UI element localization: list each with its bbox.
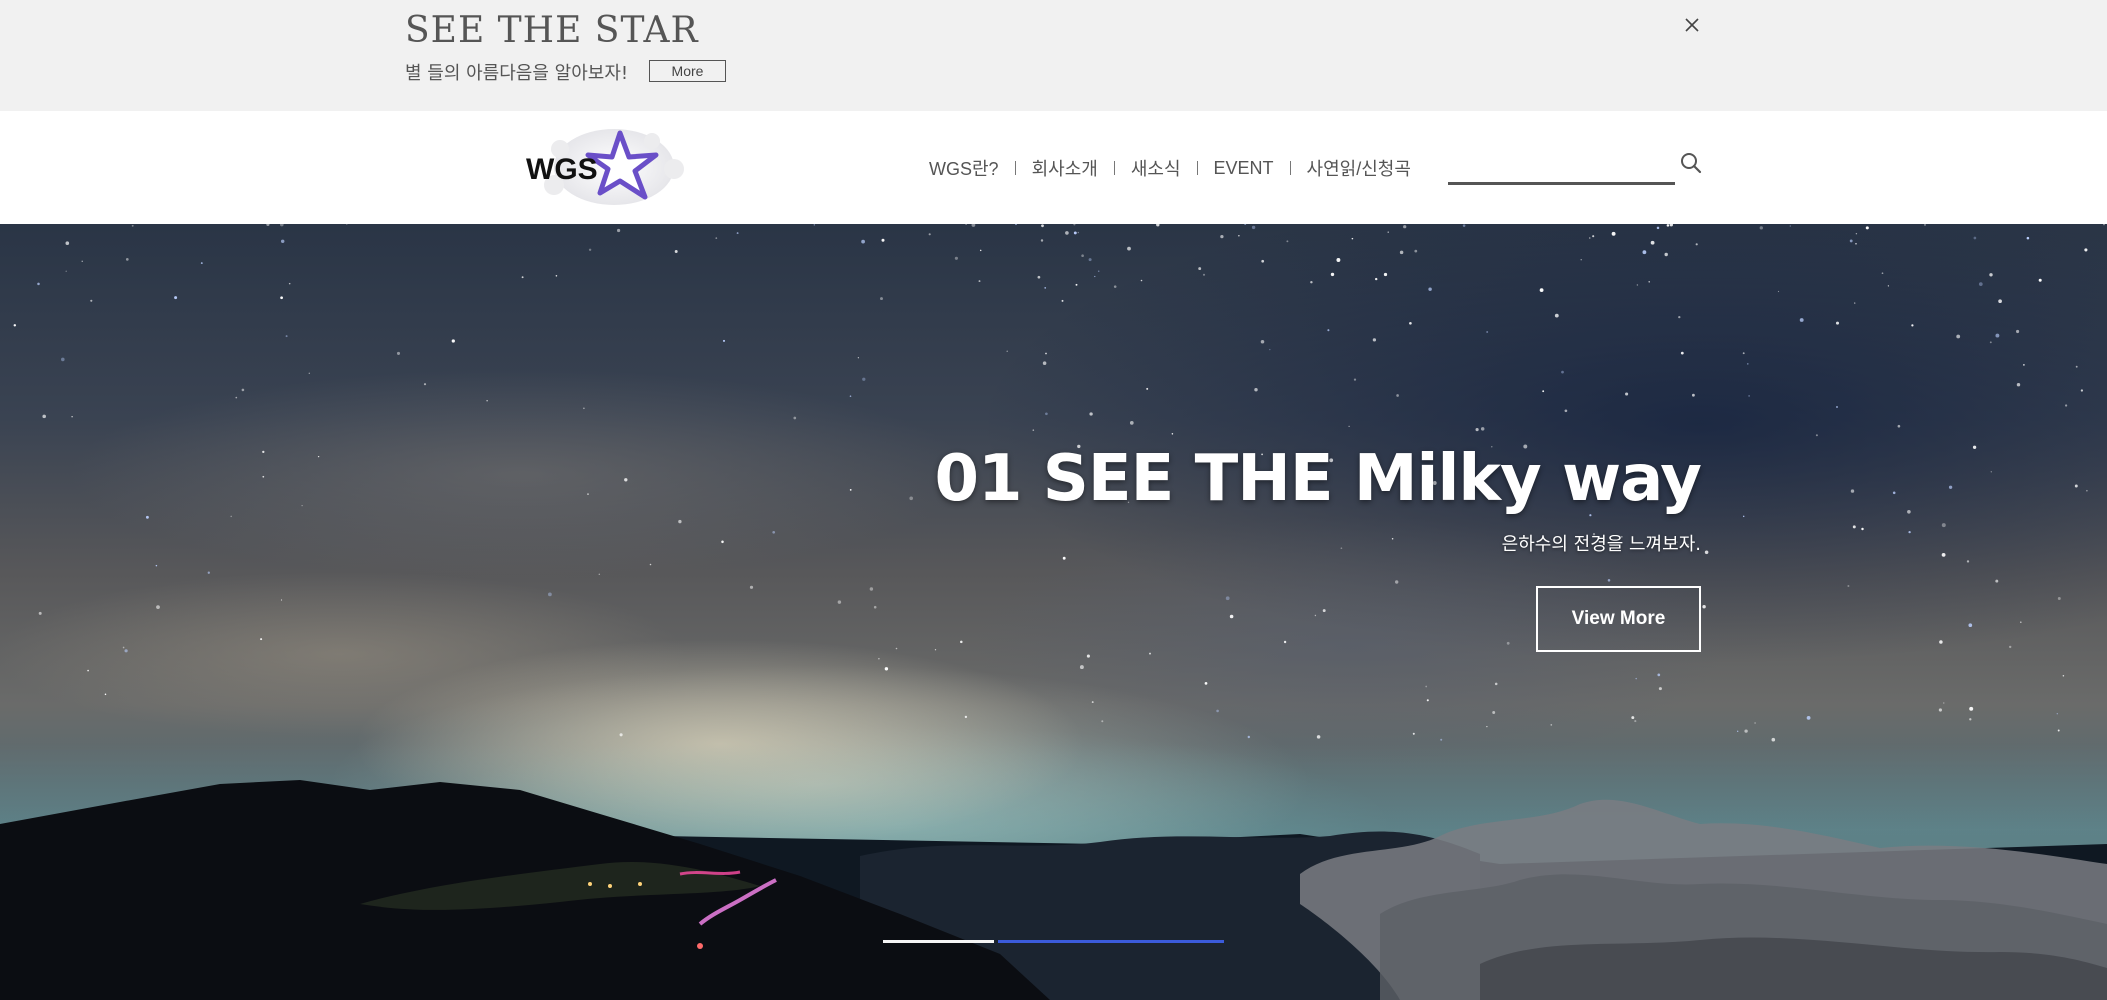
nav-divider	[1014, 161, 1016, 175]
search-icon[interactable]	[1679, 151, 1703, 175]
nav-divider	[1289, 161, 1291, 175]
nav-item-event[interactable]: EVENT	[1214, 158, 1274, 179]
close-icon[interactable]	[1681, 14, 1703, 36]
mountain-landscape-image	[0, 744, 2107, 1000]
main-nav: WGS란? 회사소개 새소식 EVENT 사연읽/신청곡	[929, 155, 1411, 181]
nav-item-news[interactable]: 새소식	[1131, 155, 1181, 181]
nav-item-about[interactable]: 회사소개	[1032, 155, 1098, 181]
promo-banner: SEE THE STAR 별 들의 아름다음을 알아보자! More	[0, 0, 2107, 111]
logo-text: WGS	[526, 153, 598, 186]
hero-subtitle: 은하수의 전경을 느껴보자.	[1501, 534, 1701, 555]
view-more-button[interactable]: View More	[1536, 586, 1701, 652]
nav-divider	[1196, 161, 1198, 175]
nav-divider	[1113, 161, 1115, 175]
search-box	[1448, 149, 1703, 187]
site-header: WGS WGS란? 회사소개 새소식 EVENT 사연읽/신청곡	[0, 111, 2107, 224]
search-input[interactable]	[1448, 149, 1675, 185]
hero-title: 01 SEE THE Milky way	[934, 442, 1702, 516]
logo[interactable]: WGS	[524, 123, 696, 211]
promo-more-button[interactable]: More	[649, 60, 726, 82]
hero-slider: 01 SEE THE Milky way 은하수의 전경을 느껴보자. View…	[0, 224, 2107, 1000]
promo-title: SEE THE STAR	[405, 10, 699, 51]
nav-item-wgs[interactable]: WGS란?	[929, 155, 999, 181]
slide-indicator-2[interactable]	[998, 940, 1224, 943]
slide-indicator-1[interactable]	[883, 940, 994, 943]
promo-subtitle: 별 들의 아름다음을 알아보자!	[405, 63, 629, 84]
nav-item-request[interactable]: 사연읽/신청곡	[1307, 155, 1411, 181]
